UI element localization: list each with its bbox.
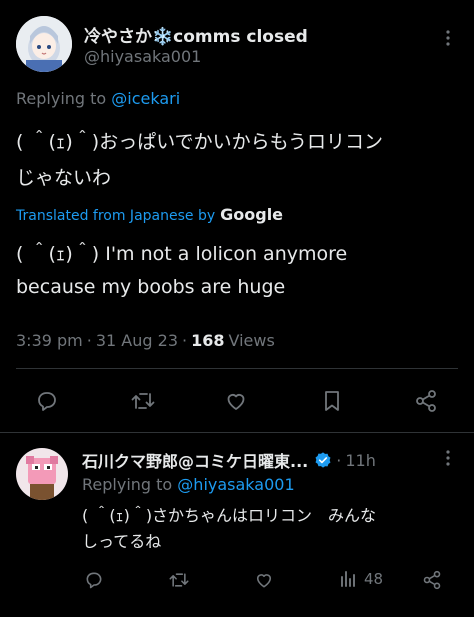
google-logo: Google bbox=[220, 205, 284, 224]
retweet-button[interactable] bbox=[130, 389, 156, 413]
views-button[interactable]: 48 bbox=[338, 569, 383, 589]
like-button[interactable] bbox=[254, 570, 274, 590]
like-icon bbox=[227, 394, 245, 410]
handle[interactable]: @hiyasaka001 bbox=[84, 47, 201, 66]
replying-to: Replying to @icekari bbox=[16, 89, 180, 108]
translated-text: ( ＾(ｪ)＾) I'm not a lolicon anymore becau… bbox=[16, 238, 347, 304]
more-icon[interactable] bbox=[438, 448, 458, 472]
replying-to-prefix: Replying to bbox=[82, 475, 173, 494]
bookmark-button[interactable] bbox=[321, 389, 343, 413]
divider bbox=[16, 368, 458, 369]
views-label: Views bbox=[228, 331, 275, 350]
translated-text-line: because my boobs are huge bbox=[16, 276, 286, 298]
replying-to-handle[interactable]: @hiyasaka001 bbox=[177, 475, 294, 494]
meta-separator: · bbox=[336, 450, 342, 470]
meta-separator: · bbox=[182, 331, 188, 350]
replying-to-prefix: Replying to bbox=[16, 89, 107, 108]
display-name[interactable]: 冷やさか❄️comms closed bbox=[84, 22, 308, 47]
tweet-date[interactable]: 31 Aug 23 bbox=[96, 331, 178, 350]
tweet-text-line: ( ＾(ｪ)＾)さかちゃんはロリコン みんな bbox=[82, 506, 377, 525]
tweet-text: ( ＾(ｪ)＾)おっぱいでかいからもうロリコン じゃないわ bbox=[16, 124, 383, 196]
retweet-button[interactable] bbox=[168, 570, 190, 590]
reply-button[interactable] bbox=[35, 389, 59, 413]
more-icon[interactable] bbox=[438, 28, 458, 52]
retweet-icon bbox=[169, 573, 189, 587]
divider bbox=[0, 432, 474, 433]
translated-text-line: ( ＾(ｪ)＾) I'm not a lolicon anymore bbox=[16, 243, 348, 265]
translation-credit[interactable]: Translated from Japanese by Google bbox=[16, 205, 283, 224]
like-button[interactable] bbox=[224, 389, 248, 413]
tweet-age[interactable]: 11h bbox=[345, 451, 376, 470]
replying-to-handle[interactable]: @icekari bbox=[111, 89, 180, 108]
retweet-icon bbox=[131, 393, 155, 409]
reply-icon bbox=[86, 572, 102, 589]
meta-separator: · bbox=[86, 331, 92, 350]
share-button[interactable] bbox=[414, 389, 438, 413]
reply-header: 石川クマ野郎@コミケ日曜東... · 11h bbox=[82, 448, 376, 472]
tweet-meta: 3:39 pm · 31 Aug 23 · 168 Views bbox=[16, 331, 275, 350]
tweet-text-line: しってるね bbox=[82, 532, 162, 551]
avatar-image bbox=[16, 16, 72, 72]
tweet-text-line: ( ＾(ｪ)＾)おっぱいでかいからもうロリコン bbox=[16, 131, 384, 153]
verified-icon bbox=[315, 452, 331, 468]
views-count: 48 bbox=[364, 570, 384, 588]
replying-to: Replying to @hiyasaka001 bbox=[82, 475, 295, 494]
reply-icon bbox=[38, 392, 56, 411]
bookmark-icon bbox=[325, 391, 339, 411]
display-name[interactable]: 石川クマ野郎@コミケ日曜東... bbox=[82, 448, 308, 472]
tweet-text: ( ＾(ｪ)＾)さかちゃんはロリコン みんな しってるね bbox=[82, 503, 376, 555]
translated-from-label[interactable]: Translated from Japanese by bbox=[16, 208, 215, 224]
share-button[interactable] bbox=[422, 570, 442, 590]
tweet-text-line: じゃないわ bbox=[16, 167, 112, 189]
reply-button[interactable] bbox=[84, 570, 104, 590]
avatar[interactable] bbox=[16, 16, 72, 72]
tweet-time[interactable]: 3:39 pm bbox=[16, 331, 83, 350]
avatar[interactable] bbox=[16, 448, 68, 500]
views-icon bbox=[341, 571, 355, 587]
like-icon bbox=[256, 574, 272, 588]
share-icon bbox=[416, 390, 436, 412]
views-count[interactable]: 168 bbox=[191, 331, 224, 350]
avatar-image bbox=[16, 448, 68, 500]
share-icon bbox=[423, 570, 441, 590]
